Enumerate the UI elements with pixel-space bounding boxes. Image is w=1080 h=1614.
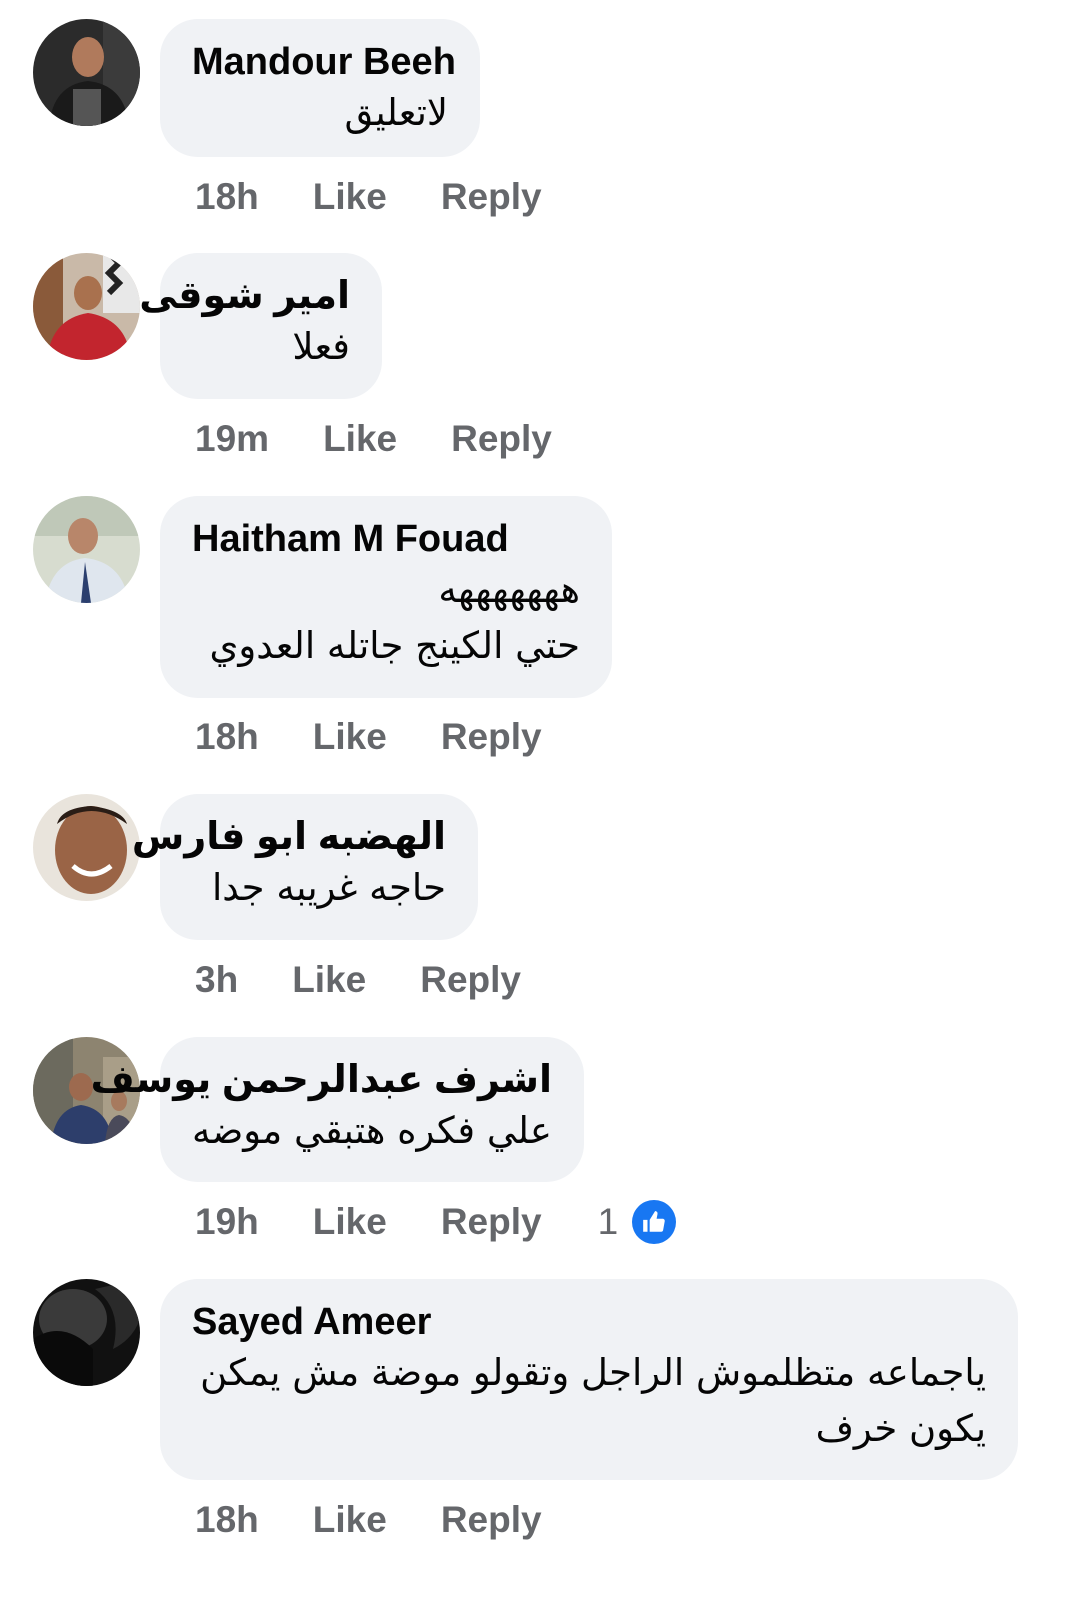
like-button[interactable]: Like: [313, 1499, 387, 1541]
comment-text: علي فكره هتبقي موضه: [192, 1109, 552, 1152]
comment-text: حاجه غريبه جدا: [211, 866, 446, 909]
comment-actions: 18h Like Reply: [195, 172, 598, 222]
comment-time[interactable]: 18h: [195, 1499, 259, 1541]
reaction-count[interactable]: 1: [598, 1201, 619, 1243]
comment-bubble: Haitham M Fouad هههههههه حتي الكينج جاتل…: [160, 496, 612, 698]
comment-author[interactable]: الهضبه ابو فارس: [132, 814, 446, 860]
comment-bubble: Sayed Ameer ياجماعه متظلموش الراجل وتقول…: [160, 1279, 1018, 1480]
like-button[interactable]: Like: [313, 176, 387, 218]
comment-bubble: امير شوقى فعلا: [139, 253, 382, 399]
avatar[interactable]: [33, 1279, 140, 1386]
avatar[interactable]: [33, 496, 140, 603]
like-button[interactable]: Like: [313, 1201, 387, 1243]
comment-actions: 18h Like Reply: [195, 712, 598, 762]
comment-author[interactable]: Sayed Ameer: [192, 1299, 986, 1345]
avatar[interactable]: [33, 19, 140, 126]
comment-author[interactable]: Haitham M Fouad: [192, 516, 580, 562]
avatar[interactable]: [33, 794, 140, 901]
comment-author[interactable]: Mandour Beeh: [192, 39, 456, 85]
like-button[interactable]: Like: [313, 716, 387, 758]
thumbs-up-icon[interactable]: [632, 1200, 677, 1244]
reply-button[interactable]: Reply: [441, 1201, 542, 1243]
comment-text: لاتعليق: [344, 91, 448, 134]
comment-text: هههههههه: [438, 568, 580, 611]
comment-bubble: اشرف عبدالرحمن يوسف علي فكره هتبقي موضه: [91, 1037, 584, 1182]
comment-time[interactable]: 19m: [195, 418, 269, 460]
comment-bubble: Mandour Beeh لاتعليق: [160, 19, 480, 157]
comment-author[interactable]: امير شوقى: [139, 273, 350, 319]
avatar[interactable]: [33, 253, 140, 360]
like-button[interactable]: Like: [292, 959, 366, 1001]
reply-button[interactable]: Reply: [420, 959, 521, 1001]
reply-button[interactable]: Reply: [441, 1499, 542, 1541]
comment-bubble: الهضبه ابو فارس حاجه غريبه جدا: [132, 794, 478, 940]
comment-actions: 19h Like Reply 1: [195, 1197, 677, 1247]
comment-time[interactable]: 18h: [195, 716, 259, 758]
comment-time[interactable]: 19h: [195, 1201, 259, 1243]
reply-button[interactable]: Reply: [441, 716, 542, 758]
comment-author[interactable]: اشرف عبدالرحمن يوسف: [91, 1057, 552, 1103]
comment-text: ياجماعه متظلموش الراجل وتقولو موضة مش يم…: [200, 1351, 986, 1394]
comment-text: حتي الكينج جاتله العدوي: [209, 624, 580, 667]
comment-actions: 18h Like Reply: [195, 1495, 598, 1545]
comment-actions: 19m Like Reply: [195, 414, 608, 464]
comment-time[interactable]: 3h: [195, 959, 238, 1001]
comment-text: يكون خرف: [815, 1407, 986, 1450]
comment-text: فعلا: [292, 325, 350, 368]
like-button[interactable]: Like: [323, 418, 397, 460]
reply-button[interactable]: Reply: [451, 418, 552, 460]
comment-actions: 3h Like Reply: [195, 955, 577, 1005]
comment-time[interactable]: 18h: [195, 176, 259, 218]
reply-button[interactable]: Reply: [441, 176, 542, 218]
